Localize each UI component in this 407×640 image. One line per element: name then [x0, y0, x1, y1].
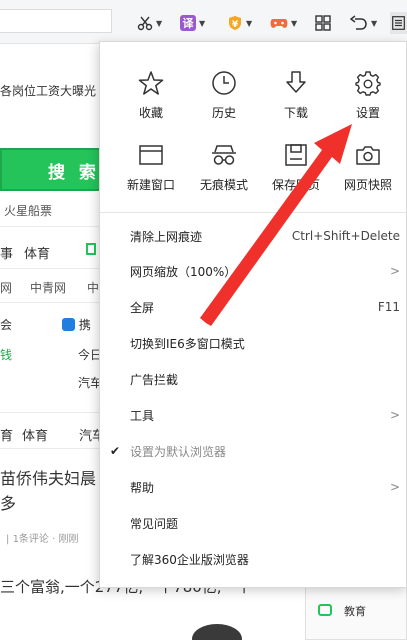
- history-button[interactable]: 历史: [188, 70, 260, 121]
- star-icon: [138, 71, 164, 95]
- page-snapshot-button[interactable]: 网页快照: [332, 142, 404, 193]
- translate-button[interactable]: 译 ▼: [180, 12, 205, 34]
- new-window-icon: [139, 145, 163, 165]
- svg-text:¥: ¥: [232, 20, 239, 30]
- new-window-button[interactable]: 新建窗口: [115, 142, 187, 193]
- chevron-right-icon: >: [389, 408, 400, 422]
- link-fragment[interactable]: 网: [0, 279, 12, 296]
- gear-icon: [355, 71, 381, 96]
- hot-search-text[interactable]: 火星船票: [4, 202, 52, 219]
- divider: [0, 226, 100, 227]
- coupon-button[interactable]: ¥ ▼: [227, 12, 252, 34]
- ctrip-link[interactable]: 携: [62, 316, 91, 333]
- news-title-line2[interactable]: 多: [0, 490, 16, 514]
- tab-sports[interactable]: 体育: [24, 243, 50, 262]
- menu-item-enterprise[interactable]: 了解360企业版浏览器: [100, 542, 406, 576]
- main-menu-button[interactable]: [390, 12, 407, 34]
- menu-item-help[interactable]: 帮助 >: [100, 470, 406, 504]
- browser-toolbar: ▼ 译 ▼ ¥ ▼ ▼ ▼: [0, 0, 407, 44]
- menu-item-set-default-browser[interactable]: ✔ 设置为默认浏览器: [100, 434, 406, 468]
- divider: [0, 302, 100, 303]
- chevron-down-icon: ▼: [291, 18, 298, 28]
- side-link[interactable]: 钱: [0, 346, 12, 363]
- grid-icon: [315, 15, 331, 31]
- tab-sports[interactable]: 体育: [22, 425, 48, 444]
- undo-icon: [350, 15, 367, 30]
- tab-fragment[interactable]: 育: [0, 425, 13, 444]
- side-link[interactable]: 会: [0, 316, 12, 333]
- refresh-icon: [318, 604, 332, 616]
- scissors-icon: [137, 16, 153, 31]
- chevron-right-icon: >: [389, 264, 400, 278]
- tab-news-fragment[interactable]: 事: [0, 243, 13, 262]
- settings-button[interactable]: 设置: [332, 70, 404, 121]
- clock-icon: [212, 71, 236, 95]
- floating-circle-button[interactable]: [192, 624, 242, 640]
- link-cyol[interactable]: 中青网: [30, 279, 66, 296]
- chevron-down-icon: ▼: [246, 18, 253, 28]
- news-title[interactable]: 苗侨伟夫妇晨: [0, 465, 96, 489]
- camera-icon: [356, 146, 380, 165]
- divider: [0, 448, 100, 449]
- download-icon: [286, 71, 306, 93]
- news-meta: | 1条评论 · 刚刚: [6, 534, 79, 545]
- search-button-label: 搜 索: [48, 163, 100, 183]
- glasses-icon: [212, 145, 236, 165]
- save-page-button[interactable]: 保存网页: [260, 142, 332, 193]
- chevron-down-icon: ▼: [156, 18, 163, 28]
- chevron-down-icon: ▼: [199, 18, 206, 28]
- menu-item-ad-block[interactable]: 广告拦截: [100, 362, 406, 396]
- main-menu-dropdown: 收藏 历史 下载 设置 新建窗口 无痕模式 保存网页 网页快照 清除上网痕迹 C…: [99, 41, 407, 588]
- checkmark-icon: ✔: [110, 444, 121, 458]
- chevron-right-icon: >: [389, 480, 400, 494]
- ctrip-icon: [62, 318, 75, 331]
- game-button[interactable]: ▼: [270, 12, 297, 34]
- tab-badge: [86, 243, 96, 255]
- headline-fragment[interactable]: 各岗位工资大曝光: [0, 82, 96, 99]
- translate-icon: 译: [180, 15, 196, 31]
- link-fragment[interactable]: 中: [87, 279, 99, 296]
- menu-divider: [100, 212, 406, 213]
- shortcut-label: F11: [377, 300, 400, 314]
- downloads-button[interactable]: 下载: [260, 70, 332, 121]
- chevron-down-icon: ▼: [371, 18, 378, 28]
- screenshot-button[interactable]: ▼: [137, 12, 162, 34]
- address-bar[interactable]: [0, 9, 112, 33]
- save-page-icon: [285, 144, 307, 166]
- incognito-button[interactable]: 无痕模式: [188, 142, 260, 193]
- shortcut-label: Ctrl+Shift+Delete: [291, 229, 400, 243]
- search-button[interactable]: 搜 索: [0, 146, 110, 193]
- apps-button[interactable]: [315, 12, 331, 34]
- menu-item-fullscreen[interactable]: 全屏 F11: [100, 290, 406, 324]
- menu-item-tools[interactable]: 工具 >: [100, 398, 406, 432]
- menu-item-clear-history[interactable]: 清除上网痕迹 Ctrl+Shift+Delete: [100, 219, 406, 253]
- menu-item-ie6-mode[interactable]: 切换到IE6多窗口模式: [100, 326, 406, 360]
- shield-coupon-icon: ¥: [229, 16, 241, 30]
- floating-widget[interactable]: 教育: [305, 585, 407, 640]
- divider: [0, 268, 100, 269]
- divider: [0, 412, 100, 413]
- undo-close-tab-button[interactable]: ▼: [350, 12, 377, 34]
- menu-item-zoom[interactable]: 网页缩放（100%） >: [100, 254, 406, 288]
- favorites-button[interactable]: 收藏: [115, 70, 187, 121]
- widget-label: 教育: [344, 605, 366, 618]
- gamepad-icon: [270, 19, 288, 28]
- hamburger-icon: [392, 16, 405, 30]
- menu-item-faq[interactable]: 常见问题: [100, 506, 406, 540]
